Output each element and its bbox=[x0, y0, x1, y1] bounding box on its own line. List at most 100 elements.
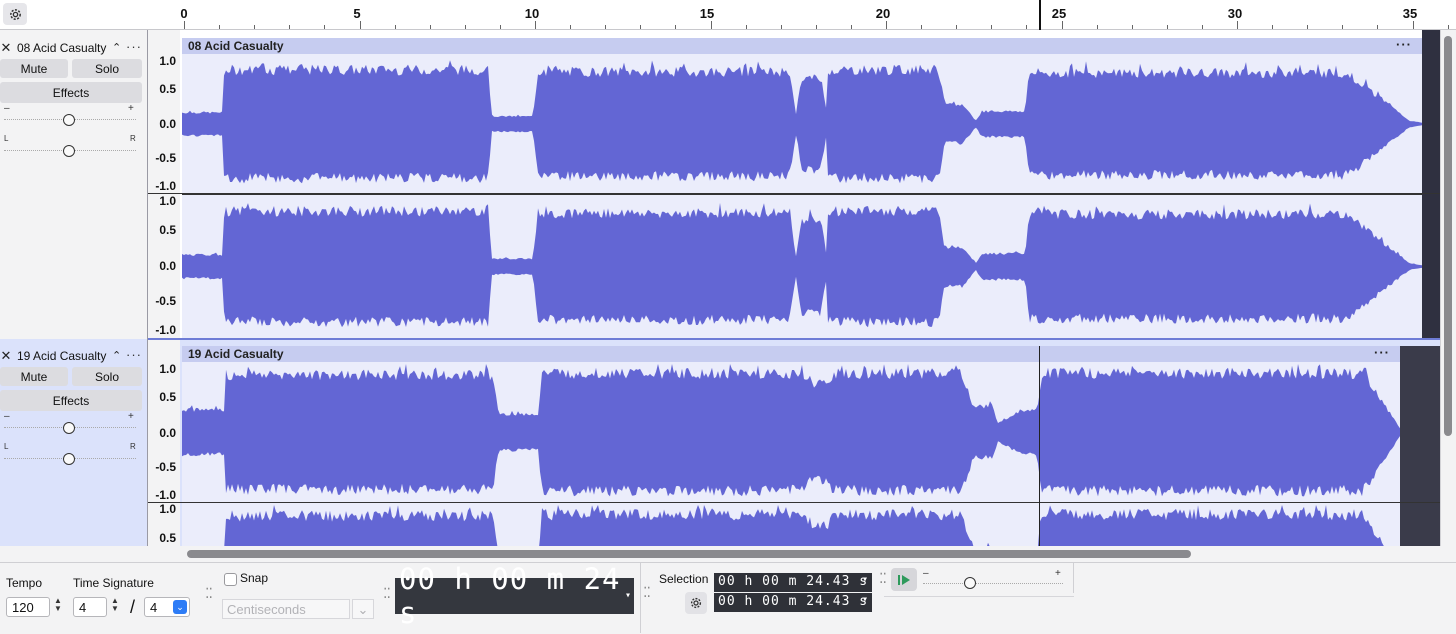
snap-unit-select[interactable]: Centiseconds bbox=[222, 599, 350, 619]
timeline-ruler[interactable]: 0 5 10 15 20 25 30 35 bbox=[0, 0, 1456, 30]
time-signature-upper-stepper[interactable]: ▲ ▼ bbox=[109, 597, 121, 613]
ruler-tick bbox=[324, 25, 326, 29]
pan-slider-knob[interactable] bbox=[63, 453, 75, 465]
ruler-label: 25 bbox=[1051, 6, 1067, 21]
solo-button[interactable]: Solo bbox=[72, 59, 142, 78]
selection-start-display[interactable]: 00 h 00 m 24.43 s ▾ bbox=[714, 573, 872, 592]
tempo-stepper[interactable]: ▲ ▼ bbox=[52, 597, 64, 613]
pan-slider-knob[interactable] bbox=[63, 145, 75, 157]
scale-label: 0.5 bbox=[159, 223, 176, 237]
time-signature-upper-input[interactable]: 4 bbox=[73, 597, 107, 617]
clip-menu-button[interactable]: ··· bbox=[1396, 38, 1412, 52]
toolbar-grip[interactable]: ⁚⁚ bbox=[643, 585, 651, 599]
time-display[interactable]: 00 h 00 m 24 s ▾ bbox=[395, 562, 634, 630]
selection-settings-button[interactable] bbox=[685, 592, 707, 614]
ruler-tick bbox=[429, 25, 431, 29]
ruler-label: 30 bbox=[1227, 6, 1243, 21]
toolbar-divider bbox=[884, 596, 1074, 597]
effects-button[interactable]: Effects bbox=[0, 82, 142, 103]
scale-label: -0.5 bbox=[155, 294, 176, 308]
mute-button[interactable]: Mute bbox=[0, 59, 68, 78]
pan-right-label: R bbox=[130, 442, 136, 451]
close-icon[interactable]: ✕ bbox=[0, 348, 12, 364]
gain-min-label: – bbox=[4, 103, 10, 114]
track-name-label[interactable]: 19 Acid Casualty bbox=[17, 349, 106, 363]
playback-speed-slider-knob[interactable] bbox=[964, 577, 976, 589]
close-icon[interactable]: ✕ bbox=[0, 40, 12, 56]
scale-label: 1.0 bbox=[159, 54, 176, 68]
ruler-tick bbox=[745, 25, 747, 29]
clip-title: 19 Acid Casualty bbox=[188, 347, 284, 361]
amplitude-scale-channel: 1.0 0.5 0.0 -0.5 -1.0 bbox=[148, 361, 180, 502]
clip-header[interactable]: 08 Acid Casualty ··· bbox=[182, 38, 1422, 54]
ruler-tick bbox=[675, 25, 677, 29]
gain-min-label: – bbox=[4, 411, 10, 422]
gain-slider-knob[interactable] bbox=[63, 114, 75, 126]
track-name-label[interactable]: 08 Acid Casualty bbox=[17, 41, 106, 55]
chevron-up-icon[interactable]: ⌃ bbox=[112, 349, 121, 362]
track-end-area bbox=[1422, 30, 1440, 338]
toolbar-grip[interactable]: ⁚⁚ bbox=[383, 586, 391, 600]
toolbar-divider bbox=[640, 563, 641, 633]
amplitude-scale-channel: 1.0 0.5 bbox=[148, 502, 180, 546]
chevron-up-icon[interactable]: ⌃ bbox=[112, 41, 121, 54]
mute-button[interactable]: Mute bbox=[0, 367, 68, 386]
tempo-label: Tempo bbox=[6, 576, 43, 590]
ruler-tick bbox=[991, 25, 993, 29]
ruler-tick bbox=[535, 21, 536, 29]
track-menu-button[interactable]: ··· bbox=[126, 347, 142, 362]
track-menu-button[interactable]: ··· bbox=[126, 39, 142, 54]
scale-label: 1.0 bbox=[159, 194, 176, 208]
waveform-channel-right[interactable] bbox=[182, 503, 1400, 546]
waveform-shape bbox=[224, 505, 1384, 546]
ruler-label: 15 bbox=[699, 6, 715, 21]
timeline-settings-button[interactable] bbox=[3, 3, 27, 25]
ruler-tick bbox=[394, 25, 396, 29]
gain-max-label: + bbox=[128, 103, 134, 114]
horizontal-scrollbar-thumb[interactable] bbox=[187, 550, 1191, 558]
track-control-panel: ✕ 08 Acid Casualty ⌃ ··· Mute Solo Effec… bbox=[0, 38, 147, 338]
time-display-value: 00 h 00 m 24 s bbox=[399, 562, 621, 630]
ruler-tick bbox=[710, 21, 712, 29]
ruler-tick bbox=[815, 25, 817, 29]
waveform-channel-left[interactable] bbox=[182, 362, 1400, 502]
audio-clip[interactable]: 08 Acid Casualty ··· bbox=[182, 38, 1422, 338]
selection-end-display[interactable]: 00 h 00 m 24.43 s ▾ bbox=[714, 593, 872, 612]
audio-clip[interactable]: 19 Acid Casualty ··· bbox=[182, 346, 1400, 546]
selection-label: Selection bbox=[659, 572, 709, 586]
vertical-scrollbar-thumb[interactable] bbox=[1444, 36, 1452, 436]
ruler-tick bbox=[605, 25, 607, 29]
play-at-speed-button[interactable] bbox=[891, 568, 917, 591]
toolbar-grip[interactable]: ⁚⁚ bbox=[879, 571, 887, 585]
ruler-label: 20 bbox=[875, 6, 891, 21]
solo-button[interactable]: Solo bbox=[72, 367, 142, 386]
ruler-tick bbox=[464, 25, 466, 29]
ruler-tick bbox=[359, 21, 361, 29]
ruler-tick bbox=[184, 21, 185, 29]
toolbar-grip[interactable]: ⁚⁚ bbox=[205, 586, 213, 600]
tempo-input[interactable]: 120 bbox=[6, 597, 50, 617]
clip-header[interactable]: 19 Acid Casualty ··· bbox=[182, 346, 1400, 362]
chevron-down-icon[interactable]: ⌄ bbox=[352, 599, 374, 619]
gain-slider-knob[interactable] bbox=[63, 422, 75, 434]
clip-menu-button[interactable]: ··· bbox=[1374, 346, 1390, 360]
time-signature-lower-select[interactable]: 4 ⌄ bbox=[144, 597, 190, 617]
effects-button[interactable]: Effects bbox=[0, 390, 142, 411]
track-header: ✕ 19 Acid Casualty ⌃ ··· bbox=[0, 346, 147, 366]
ruler-tick bbox=[886, 21, 887, 29]
pan-right-label: R bbox=[130, 134, 136, 143]
waveform-shape bbox=[182, 60, 1422, 184]
playback-speed-slider-track[interactable] bbox=[923, 582, 1063, 584]
track-control-panel: ✕ 19 Acid Casualty ⌃ ··· Mute Solo Effec… bbox=[0, 346, 147, 546]
snap-checkbox[interactable] bbox=[224, 573, 237, 586]
selection-start-value: 00 h 00 m 24.43 s bbox=[718, 574, 869, 589]
clip-title: 08 Acid Casualty bbox=[188, 39, 284, 53]
waveform-shape bbox=[182, 202, 1422, 328]
caret-down-icon: ▾ bbox=[861, 594, 869, 605]
waveform-channel-left[interactable] bbox=[182, 54, 1422, 194]
time-signature-label: Time Signature bbox=[73, 576, 154, 590]
pan-left-label: L bbox=[4, 134, 9, 143]
gain-max-label: + bbox=[128, 411, 134, 422]
waveform-channel-right[interactable] bbox=[182, 195, 1422, 338]
playhead-marker[interactable] bbox=[1039, 0, 1041, 30]
